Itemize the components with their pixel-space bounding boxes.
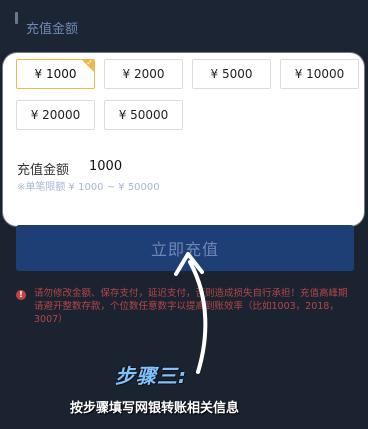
amount-input[interactable]: 1000 bbox=[89, 159, 122, 174]
amount-option-50000[interactable]: ¥ 50000 bbox=[104, 100, 183, 130]
section-marker bbox=[15, 12, 18, 24]
amount-option-20000[interactable]: ¥ 20000 bbox=[16, 100, 95, 130]
tutorial-step-title: 步骤三: bbox=[115, 364, 187, 388]
amount-option-10000[interactable]: ¥ 10000 bbox=[280, 59, 359, 89]
amount-option-label: ¥ 5000 bbox=[210, 67, 253, 81]
amount-field-label: 充值金额 bbox=[17, 163, 70, 178]
check-icon: ✓ bbox=[86, 58, 93, 67]
amount-selection-card: ¥ 1000 ✓ ¥ 2000 ¥ 5000 ¥ 10000 ¥ 20000 ¥… bbox=[3, 53, 364, 226]
amount-option-label: ¥ 50000 bbox=[118, 108, 169, 122]
amount-option-1000[interactable]: ¥ 1000 ✓ bbox=[16, 58, 95, 89]
section-title: 充值金额 bbox=[26, 22, 79, 37]
amount-option-label: ¥ 20000 bbox=[30, 108, 81, 122]
amount-limit-hint: ※单笔限额 ¥ 1000 ~ ¥ 50000 bbox=[17, 182, 160, 193]
amount-option-label: ¥ 1000 bbox=[34, 67, 77, 81]
amount-option-label: ¥ 2000 bbox=[122, 67, 165, 81]
amount-option-2000[interactable]: ¥ 2000 bbox=[104, 59, 183, 89]
amount-option-5000[interactable]: ¥ 5000 bbox=[192, 59, 271, 89]
tutorial-step-description: 按步骤填写网银转账相关信息 bbox=[70, 401, 240, 416]
section-header: 充值金额 bbox=[0, 0, 368, 52]
amount-option-label: ¥ 10000 bbox=[294, 67, 345, 81]
warning-icon: ! bbox=[16, 290, 26, 300]
